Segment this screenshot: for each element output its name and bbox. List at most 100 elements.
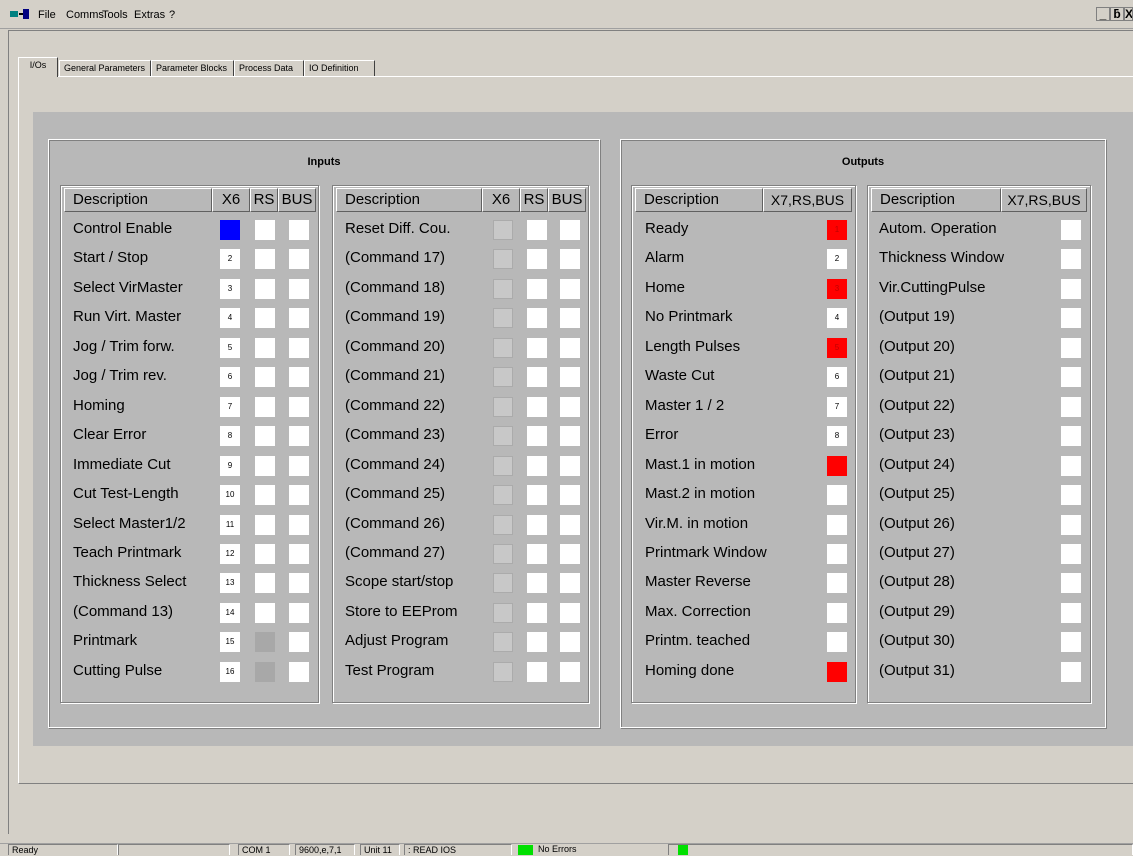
output-box[interactable]: 3	[827, 279, 847, 299]
tab-ios[interactable]: I/Os	[18, 57, 58, 77]
input-rs-box[interactable]	[527, 603, 547, 623]
input-bus-box[interactable]	[289, 573, 309, 593]
input-rs-box[interactable]	[527, 426, 547, 446]
input-bus-box[interactable]	[289, 426, 309, 446]
output-box[interactable]	[827, 515, 847, 535]
input-rs-box[interactable]	[527, 485, 547, 505]
menu-extras[interactable]: Extras	[134, 9, 165, 21]
input-x6-box[interactable]: 16	[220, 662, 240, 682]
input-x6-box[interactable]: 13	[220, 573, 240, 593]
input-bus-box[interactable]	[560, 338, 580, 358]
input-rs-box[interactable]	[255, 662, 275, 682]
input-rs-box[interactable]	[527, 632, 547, 652]
output-box[interactable]	[1061, 485, 1081, 505]
input-x6-box[interactable]: 9	[220, 456, 240, 476]
input-x6-box[interactable]: 14	[220, 603, 240, 623]
input-x6-box[interactable]: 7	[220, 397, 240, 417]
restore-button[interactable]: ƃ	[1110, 7, 1124, 21]
output-box[interactable]	[1061, 662, 1081, 682]
input-bus-box[interactable]	[289, 279, 309, 299]
output-box[interactable]	[1061, 426, 1081, 446]
input-bus-box[interactable]	[289, 367, 309, 387]
input-bus-box[interactable]	[560, 397, 580, 417]
input-bus-box[interactable]	[289, 603, 309, 623]
input-bus-box[interactable]	[560, 485, 580, 505]
input-rs-box[interactable]	[527, 249, 547, 269]
input-rs-box[interactable]	[255, 308, 275, 328]
input-x6-box[interactable]: 11	[220, 515, 240, 535]
input-rs-box[interactable]	[255, 544, 275, 564]
input-rs-box[interactable]	[527, 544, 547, 564]
output-box[interactable]	[827, 662, 847, 682]
tab-parameter-blocks[interactable]: Parameter Blocks	[151, 60, 234, 76]
input-rs-box[interactable]	[255, 397, 275, 417]
tab-io-definition[interactable]: IO Definition	[304, 60, 375, 76]
input-rs-box[interactable]	[255, 279, 275, 299]
input-bus-box[interactable]	[289, 544, 309, 564]
input-rs-box[interactable]	[255, 220, 275, 240]
output-box[interactable]	[1061, 249, 1081, 269]
input-bus-box[interactable]	[289, 338, 309, 358]
input-rs-box[interactable]	[527, 515, 547, 535]
input-rs-box[interactable]	[527, 338, 547, 358]
output-box[interactable]	[1061, 515, 1081, 535]
input-rs-box[interactable]	[527, 367, 547, 387]
output-box[interactable]	[1061, 573, 1081, 593]
output-box[interactable]	[827, 544, 847, 564]
input-bus-box[interactable]	[289, 308, 309, 328]
input-bus-box[interactable]	[560, 456, 580, 476]
input-rs-box[interactable]	[255, 456, 275, 476]
input-bus-box[interactable]	[560, 279, 580, 299]
menu-tools[interactable]: Tools	[102, 9, 128, 21]
input-bus-box[interactable]	[560, 662, 580, 682]
input-bus-box[interactable]	[560, 308, 580, 328]
input-rs-box[interactable]	[527, 573, 547, 593]
output-box[interactable]	[1061, 308, 1081, 328]
input-x6-box[interactable]: 2	[220, 249, 240, 269]
input-bus-box[interactable]	[560, 515, 580, 535]
input-rs-box[interactable]	[527, 220, 547, 240]
input-rs-box[interactable]	[255, 249, 275, 269]
output-box[interactable]	[1061, 603, 1081, 623]
output-box[interactable]	[1061, 632, 1081, 652]
tab-general-parameters[interactable]: General Parameters	[59, 60, 151, 76]
menu-file[interactable]: File	[38, 9, 56, 21]
output-box[interactable]: 6	[827, 367, 847, 387]
input-bus-box[interactable]	[289, 249, 309, 269]
output-box[interactable]: 8	[827, 426, 847, 446]
output-box[interactable]: 2	[827, 249, 847, 269]
input-bus-box[interactable]	[560, 573, 580, 593]
input-bus-box[interactable]	[289, 456, 309, 476]
input-rs-box[interactable]	[255, 515, 275, 535]
input-rs-box[interactable]	[255, 485, 275, 505]
input-rs-box[interactable]	[527, 456, 547, 476]
input-bus-box[interactable]	[560, 426, 580, 446]
input-rs-box[interactable]	[527, 279, 547, 299]
input-bus-box[interactable]	[289, 662, 309, 682]
input-bus-box[interactable]	[560, 249, 580, 269]
output-box[interactable]	[1061, 367, 1081, 387]
output-box[interactable]	[1061, 338, 1081, 358]
tab-process-data[interactable]: Process Data	[234, 60, 304, 76]
output-box[interactable]	[1061, 279, 1081, 299]
input-rs-box[interactable]	[255, 573, 275, 593]
input-bus-box[interactable]	[560, 220, 580, 240]
input-bus-box[interactable]	[560, 367, 580, 387]
output-box[interactable]	[1061, 220, 1081, 240]
menu-help[interactable]: ?	[169, 9, 175, 21]
input-bus-box[interactable]	[289, 515, 309, 535]
output-box[interactable]	[1061, 456, 1081, 476]
output-box[interactable]	[827, 603, 847, 623]
input-x6-box[interactable]: 6	[220, 367, 240, 387]
input-bus-box[interactable]	[289, 485, 309, 505]
output-box[interactable]	[827, 573, 847, 593]
input-x6-box[interactable]: 4	[220, 308, 240, 328]
input-x6-box[interactable]: 5	[220, 338, 240, 358]
input-bus-box[interactable]	[289, 632, 309, 652]
input-bus-box[interactable]	[560, 632, 580, 652]
output-box[interactable]: 4	[827, 308, 847, 328]
input-rs-box[interactable]	[527, 308, 547, 328]
input-rs-box[interactable]	[255, 338, 275, 358]
input-x6-box[interactable]: 1	[220, 220, 240, 240]
output-box[interactable]	[827, 485, 847, 505]
